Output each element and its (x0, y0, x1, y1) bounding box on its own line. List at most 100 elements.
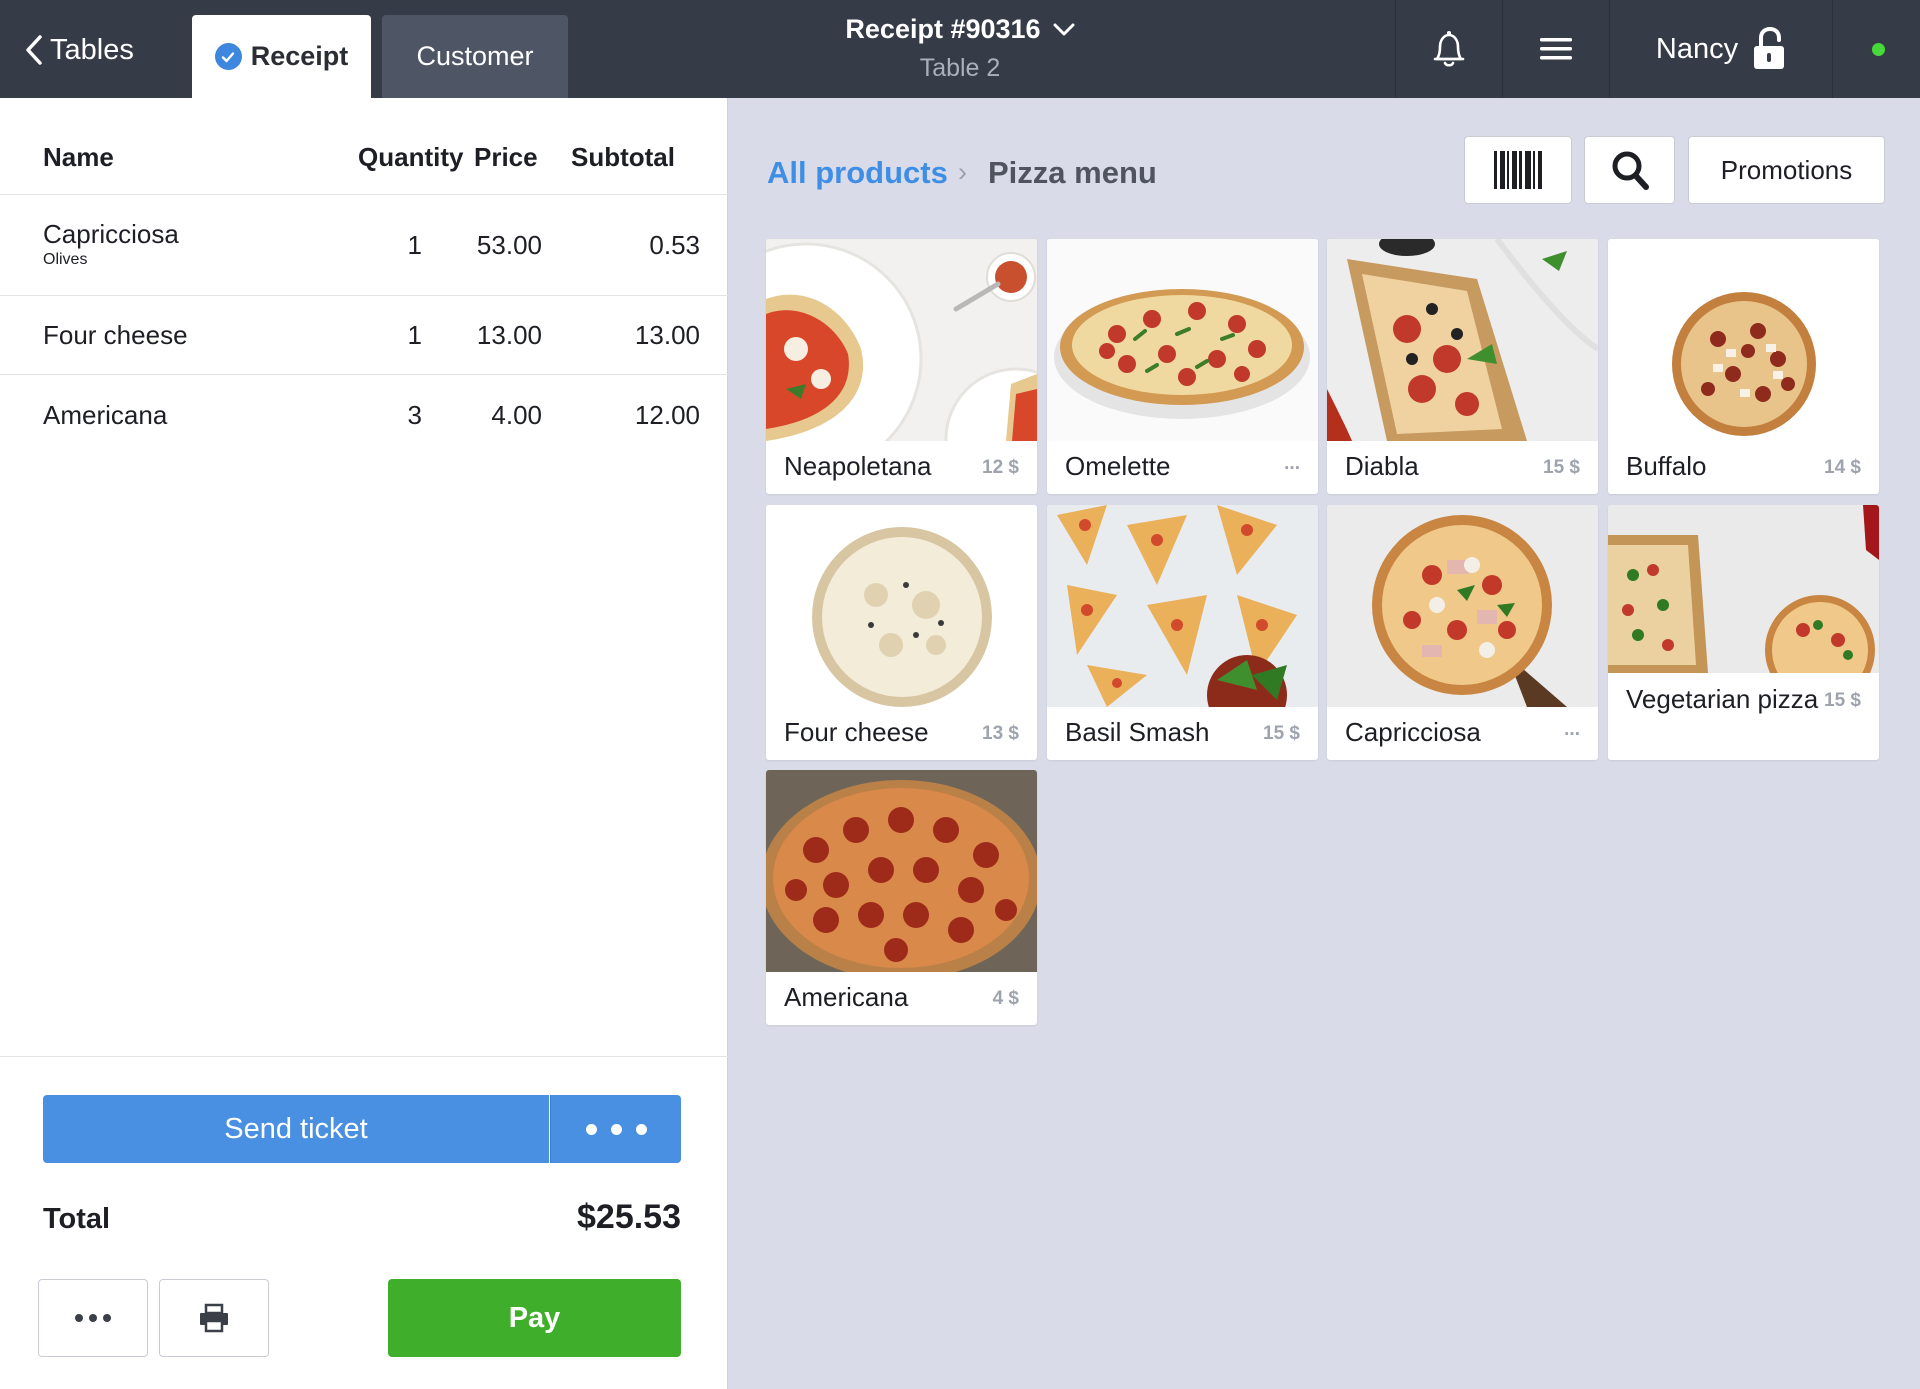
search-button[interactable] (1584, 136, 1675, 204)
tab-customer[interactable]: Customer (382, 15, 568, 98)
product-price: 13 $ (982, 723, 1019, 744)
column-header-name: Name (43, 142, 114, 172)
item-price: 4.00 (491, 400, 542, 430)
item-name: Capricciosa (43, 219, 179, 249)
product-price: ... (1284, 453, 1300, 474)
item-price: 53.00 (476, 230, 542, 260)
product-price: 15 $ (1824, 690, 1861, 711)
item-subtotal: 13.00 (634, 320, 700, 350)
product-card-basil-smash[interactable]: Basil Smash 15 $ (1047, 505, 1318, 760)
product-image (1047, 505, 1318, 707)
item-name: Americana (43, 400, 168, 430)
receipt-line-item[interactable]: Four cheese 1 13.00 13.00 (0, 296, 728, 374)
tab-receipt-label: Receipt (250, 41, 349, 71)
divider (0, 1056, 728, 1057)
chevron-left-icon (26, 35, 42, 65)
column-header-price: Price (474, 142, 538, 172)
item-price: 13.00 (476, 320, 542, 350)
top-bar: Tables Receipt Customer Receipt #90316 T… (0, 0, 1920, 98)
breadcrumb-current: Pizza menu (988, 155, 1157, 190)
back-to-tables-button[interactable]: Tables (24, 30, 134, 70)
search-icon (1612, 151, 1649, 190)
pay-label: Pay (508, 1301, 561, 1334)
unlocked-padlock-icon (1754, 27, 1785, 69)
promotions-label: Promotions (1720, 154, 1853, 185)
product-price: 15 $ (1543, 457, 1580, 478)
product-card-neapoletana[interactable]: Neapoletana 12 $ (766, 239, 1037, 494)
pay-button[interactable]: Pay (388, 1279, 681, 1357)
product-image (766, 239, 1037, 441)
product-image (766, 505, 1037, 707)
user-name: Nancy (1655, 32, 1739, 65)
item-name: Four cheese (43, 320, 188, 350)
column-header-quantity: Quantity (358, 142, 464, 172)
back-label: Tables (50, 33, 134, 66)
product-name: Americana (784, 982, 909, 1012)
product-name: Capricciosa (1345, 717, 1481, 747)
product-image (1608, 505, 1879, 673)
chevron-down-icon (1053, 23, 1075, 35)
item-subtotal: 0.53 (649, 230, 700, 260)
main-menu-button[interactable] (1503, 0, 1609, 98)
online-status-indicator (1872, 43, 1885, 56)
send-ticket-options-button[interactable] (550, 1095, 681, 1163)
product-image (1608, 239, 1879, 441)
barcode-icon (1494, 151, 1542, 189)
check-circle-icon (214, 43, 242, 70)
product-image (1047, 239, 1318, 441)
receipt-selector[interactable]: Receipt #90316 (760, 14, 1160, 45)
printer-icon (200, 1303, 228, 1333)
tab-customer-label: Customer (416, 41, 534, 71)
receipt-line-item[interactable]: Capricciosa Olives 1 53.00 0.53 (0, 195, 728, 293)
total-label: Total (43, 1203, 111, 1235)
print-button[interactable] (159, 1279, 269, 1357)
product-name: Diabla (1345, 451, 1419, 481)
item-subtotal: 12.00 (634, 400, 700, 430)
product-image (1327, 239, 1598, 441)
product-card-buffalo[interactable]: Buffalo 14 $ (1608, 239, 1879, 494)
promotions-button[interactable]: Promotions (1688, 136, 1885, 204)
send-ticket-label: Send ticket (224, 1112, 368, 1145)
product-card-omelette[interactable]: Omelette ... (1047, 239, 1318, 494)
receipt-number: Receipt #90316 (845, 14, 1041, 44)
hamburger-menu-icon (1540, 38, 1572, 60)
total-amount: $25.53 (577, 1198, 681, 1236)
product-price: 4 $ (992, 988, 1019, 1009)
product-name: Basil Smash (1065, 717, 1210, 747)
column-header-subtotal: Subtotal (571, 142, 675, 172)
product-card-four-cheese[interactable]: Four cheese 13 $ (766, 505, 1037, 760)
notifications-button[interactable] (1396, 0, 1502, 98)
tab-receipt[interactable]: Receipt (192, 15, 371, 98)
product-name: Vegetarian pizza (1626, 684, 1819, 714)
product-image (766, 770, 1037, 972)
product-image (1327, 505, 1598, 707)
item-quantity: 1 (407, 230, 422, 260)
product-card-diabla[interactable]: Diabla 15 $ (1327, 239, 1598, 494)
item-quantity: 3 (407, 400, 422, 430)
receipt-line-item[interactable]: Americana 3 4.00 12.00 (0, 375, 728, 455)
table-label: Table 2 (919, 54, 1001, 82)
item-quantity: 1 (407, 320, 422, 350)
item-modifier: Olives (43, 251, 88, 268)
product-price: 14 $ (1824, 457, 1861, 478)
bell-icon (1433, 31, 1465, 67)
barcode-scan-button[interactable] (1464, 136, 1572, 204)
breadcrumb-separator: › (958, 157, 967, 187)
product-card-capricciosa[interactable]: Capricciosa ... (1327, 505, 1598, 760)
product-price: ... (1564, 719, 1580, 740)
product-price: 12 $ (982, 457, 1019, 478)
product-name: Buffalo (1626, 451, 1707, 481)
user-lock-button[interactable]: Nancy (1610, 0, 1832, 98)
receipt-options-button[interactable] (38, 1279, 148, 1357)
breadcrumb-all-products[interactable]: All products (767, 155, 948, 191)
receipt-panel: Name Quantity Price Subtotal Capricciosa… (0, 98, 728, 1389)
product-card-vegetarian-pizza[interactable]: Vegetarian pizza 15 $ (1608, 505, 1879, 760)
more-icon (75, 1314, 83, 1322)
product-name: Four cheese (784, 717, 929, 747)
product-name: Omelette (1065, 451, 1171, 481)
product-name: Neapoletana (784, 451, 932, 481)
product-price: 15 $ (1263, 723, 1300, 744)
topbar-divider (1832, 0, 1833, 98)
product-card-americana[interactable]: Americana 4 $ (766, 770, 1037, 1025)
send-ticket-button[interactable]: Send ticket (43, 1095, 549, 1163)
